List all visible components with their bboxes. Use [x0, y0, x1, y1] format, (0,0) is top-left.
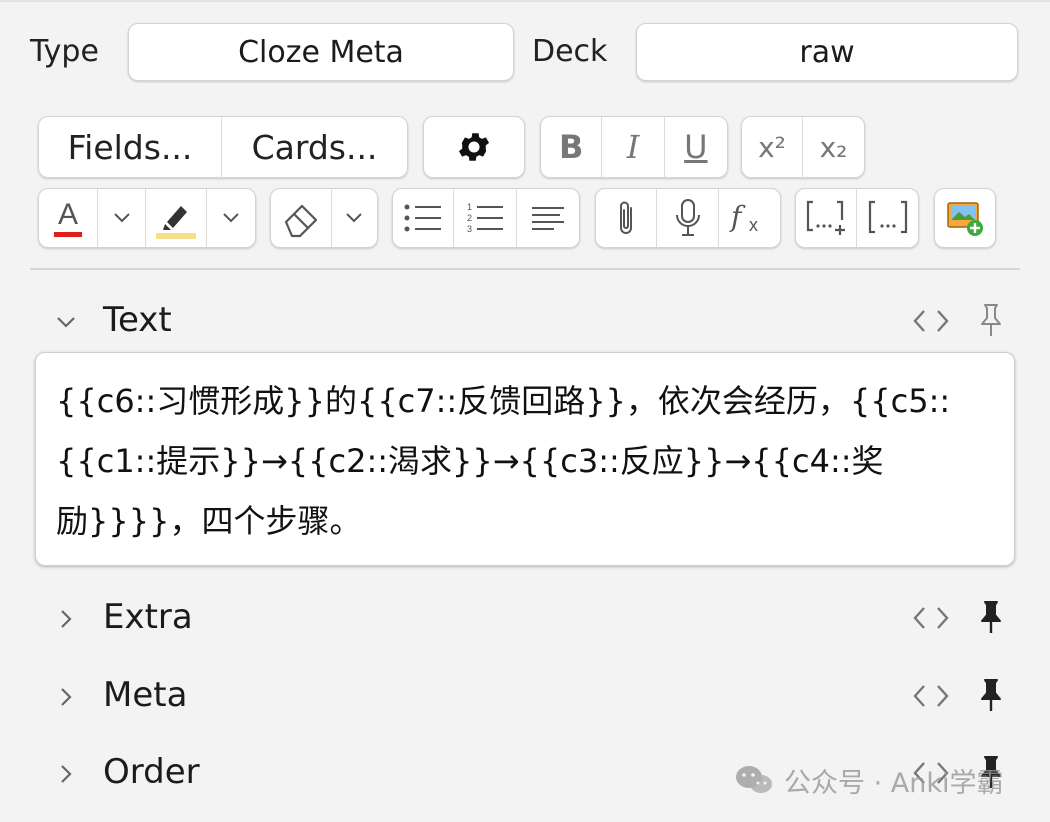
chevron-right-icon — [61, 688, 72, 706]
gear-icon — [458, 133, 490, 161]
superscript-button[interactable]: x² — [742, 117, 804, 177]
chevron-right-icon — [61, 765, 72, 783]
eraser-icon — [284, 204, 318, 238]
bullet-list-icon — [404, 204, 442, 232]
attach-button[interactable] — [596, 189, 658, 247]
formula-button[interactable]: f x — [719, 189, 780, 247]
highlight-dropdown[interactable] — [207, 189, 255, 247]
numbered-list-icon: 1 2 3 — [467, 202, 503, 234]
text-color-icon: A — [54, 198, 83, 237]
cloze-new-icon — [806, 200, 845, 235]
field-name: Text — [103, 300, 172, 340]
svg-text:1: 1 — [467, 202, 472, 212]
italic-button[interactable]: I — [602, 117, 665, 177]
text-field-editor[interactable]: {{c6::习惯形成}}的{{c7::反馈回路}}，依次会经历，{{c5::{{… — [35, 352, 1015, 566]
options-group — [423, 116, 525, 178]
chevron-down-icon — [114, 213, 130, 223]
field-header-text[interactable]: Text — [0, 298, 1050, 348]
field-header-meta[interactable]: Meta — [0, 673, 1050, 723]
fields-cards-group: Fields... Cards... — [38, 116, 408, 178]
image-occlusion-icon — [947, 202, 983, 236]
cloze-button[interactable] — [857, 189, 918, 247]
numbered-list-button[interactable]: 1 2 3 — [454, 189, 517, 247]
wechat-icon — [736, 766, 772, 793]
svg-text:3: 3 — [467, 224, 472, 234]
svg-text:f: f — [729, 200, 746, 233]
highlight-icon — [156, 206, 197, 239]
cards-button[interactable]: Cards... — [222, 117, 407, 177]
formula-icon: f x — [729, 200, 758, 235]
svg-text:x: x — [749, 215, 758, 235]
watermark-text: 公众号 · Anki学霸 — [784, 767, 1004, 799]
bold-button[interactable]: B — [541, 117, 603, 177]
clear-format-dropdown[interactable] — [332, 189, 377, 247]
field-name: Order — [103, 752, 200, 792]
field-name: Extra — [103, 597, 193, 637]
text-color-dropdown[interactable] — [98, 189, 147, 247]
bullet-list-button[interactable] — [393, 189, 455, 247]
underline-button[interactable]: U — [665, 117, 727, 177]
field-name: Meta — [103, 675, 188, 715]
cloze-new-button[interactable] — [796, 189, 858, 247]
watermark: 公众号 · Anki学霸 — [734, 757, 1003, 803]
record-button[interactable] — [657, 189, 719, 247]
chevron-down-icon — [346, 213, 363, 223]
list-group: 1 2 3 — [392, 188, 580, 248]
eraser-group — [270, 188, 378, 248]
text-color-button[interactable]: A — [39, 189, 99, 247]
microphone-icon — [675, 199, 700, 236]
cloze-group — [795, 188, 919, 248]
chevron-down-icon — [57, 317, 75, 328]
svg-text:2: 2 — [467, 213, 472, 223]
window-top-edge — [0, 0, 1050, 2]
chevron-right-icon — [61, 610, 72, 628]
script-group: x² x₂ — [741, 116, 865, 178]
deck-selector[interactable]: raw — [636, 23, 1018, 81]
note-type-selector[interactable]: Cloze Meta — [128, 23, 514, 81]
deck-label: Deck — [532, 34, 608, 69]
deck-value: raw — [799, 34, 855, 70]
text-field-content: {{c6::习惯形成}}的{{c7::反馈回路}}，依次会经历，{{c5::{{… — [56, 382, 951, 540]
image-occlusion-group — [934, 188, 996, 248]
align-icon — [531, 207, 564, 230]
clear-format-button[interactable] — [271, 189, 332, 247]
note-type-value: Cloze Meta — [238, 34, 404, 70]
align-button[interactable] — [517, 189, 579, 247]
type-label: Type — [30, 34, 99, 69]
pin-icon[interactable] — [978, 677, 1004, 713]
color-group: A — [38, 188, 256, 248]
html-editor-toggle-icon[interactable] — [912, 681, 950, 711]
image-occlusion-button[interactable] — [935, 189, 995, 247]
options-button[interactable] — [424, 117, 524, 177]
pin-icon[interactable] — [978, 599, 1004, 635]
html-editor-toggle-icon[interactable] — [912, 306, 950, 336]
paperclip-icon — [620, 201, 633, 234]
fields-button[interactable]: Fields... — [39, 117, 223, 177]
pin-icon[interactable] — [978, 302, 1004, 338]
cloze-icon — [868, 200, 907, 234]
html-editor-toggle-icon[interactable] — [912, 603, 950, 633]
subscript-button[interactable]: x₂ — [803, 117, 864, 177]
svg-text:A: A — [58, 198, 78, 231]
field-header-extra[interactable]: Extra — [0, 595, 1050, 645]
toolbar-divider — [30, 268, 1020, 270]
highlight-button[interactable] — [146, 189, 208, 247]
media-group: f x — [595, 188, 781, 248]
chevron-down-icon — [223, 213, 239, 223]
format-group: B I U — [540, 116, 728, 178]
